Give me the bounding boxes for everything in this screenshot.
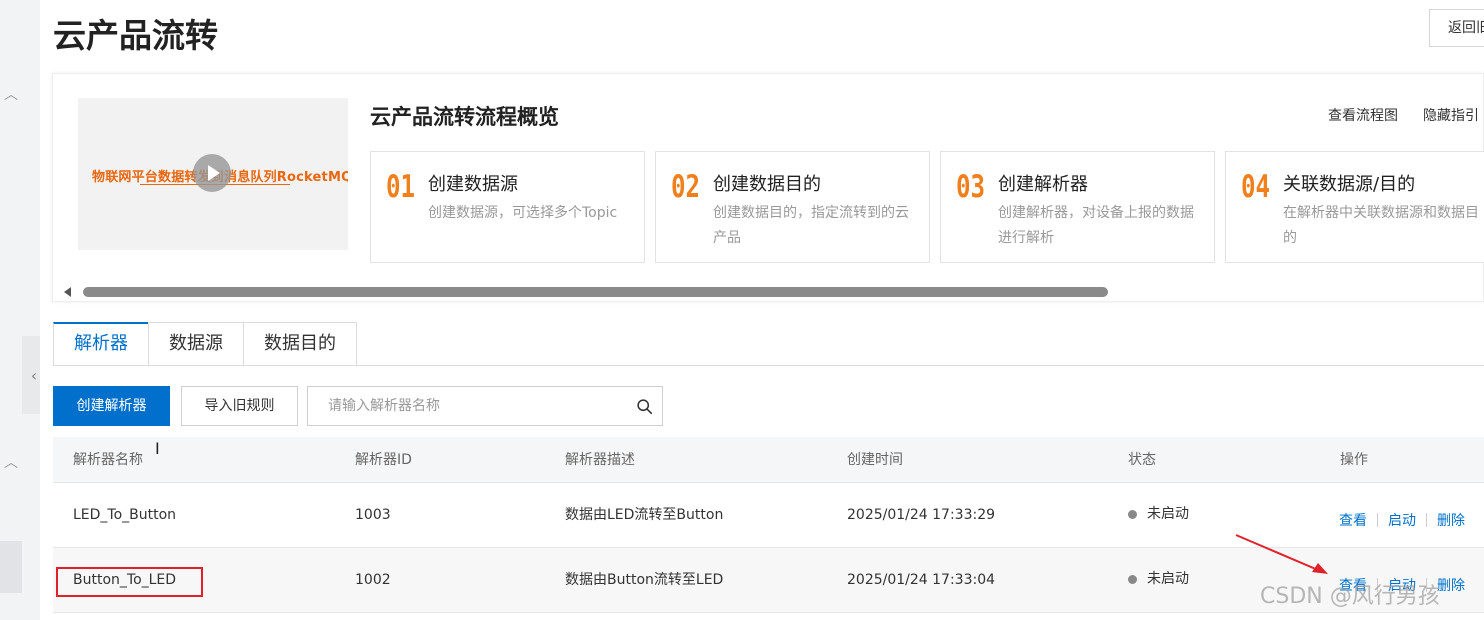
annotation-arrow-icon — [1235, 534, 1328, 574]
watermark: CSDN @风行男孩 — [1260, 584, 1440, 609]
